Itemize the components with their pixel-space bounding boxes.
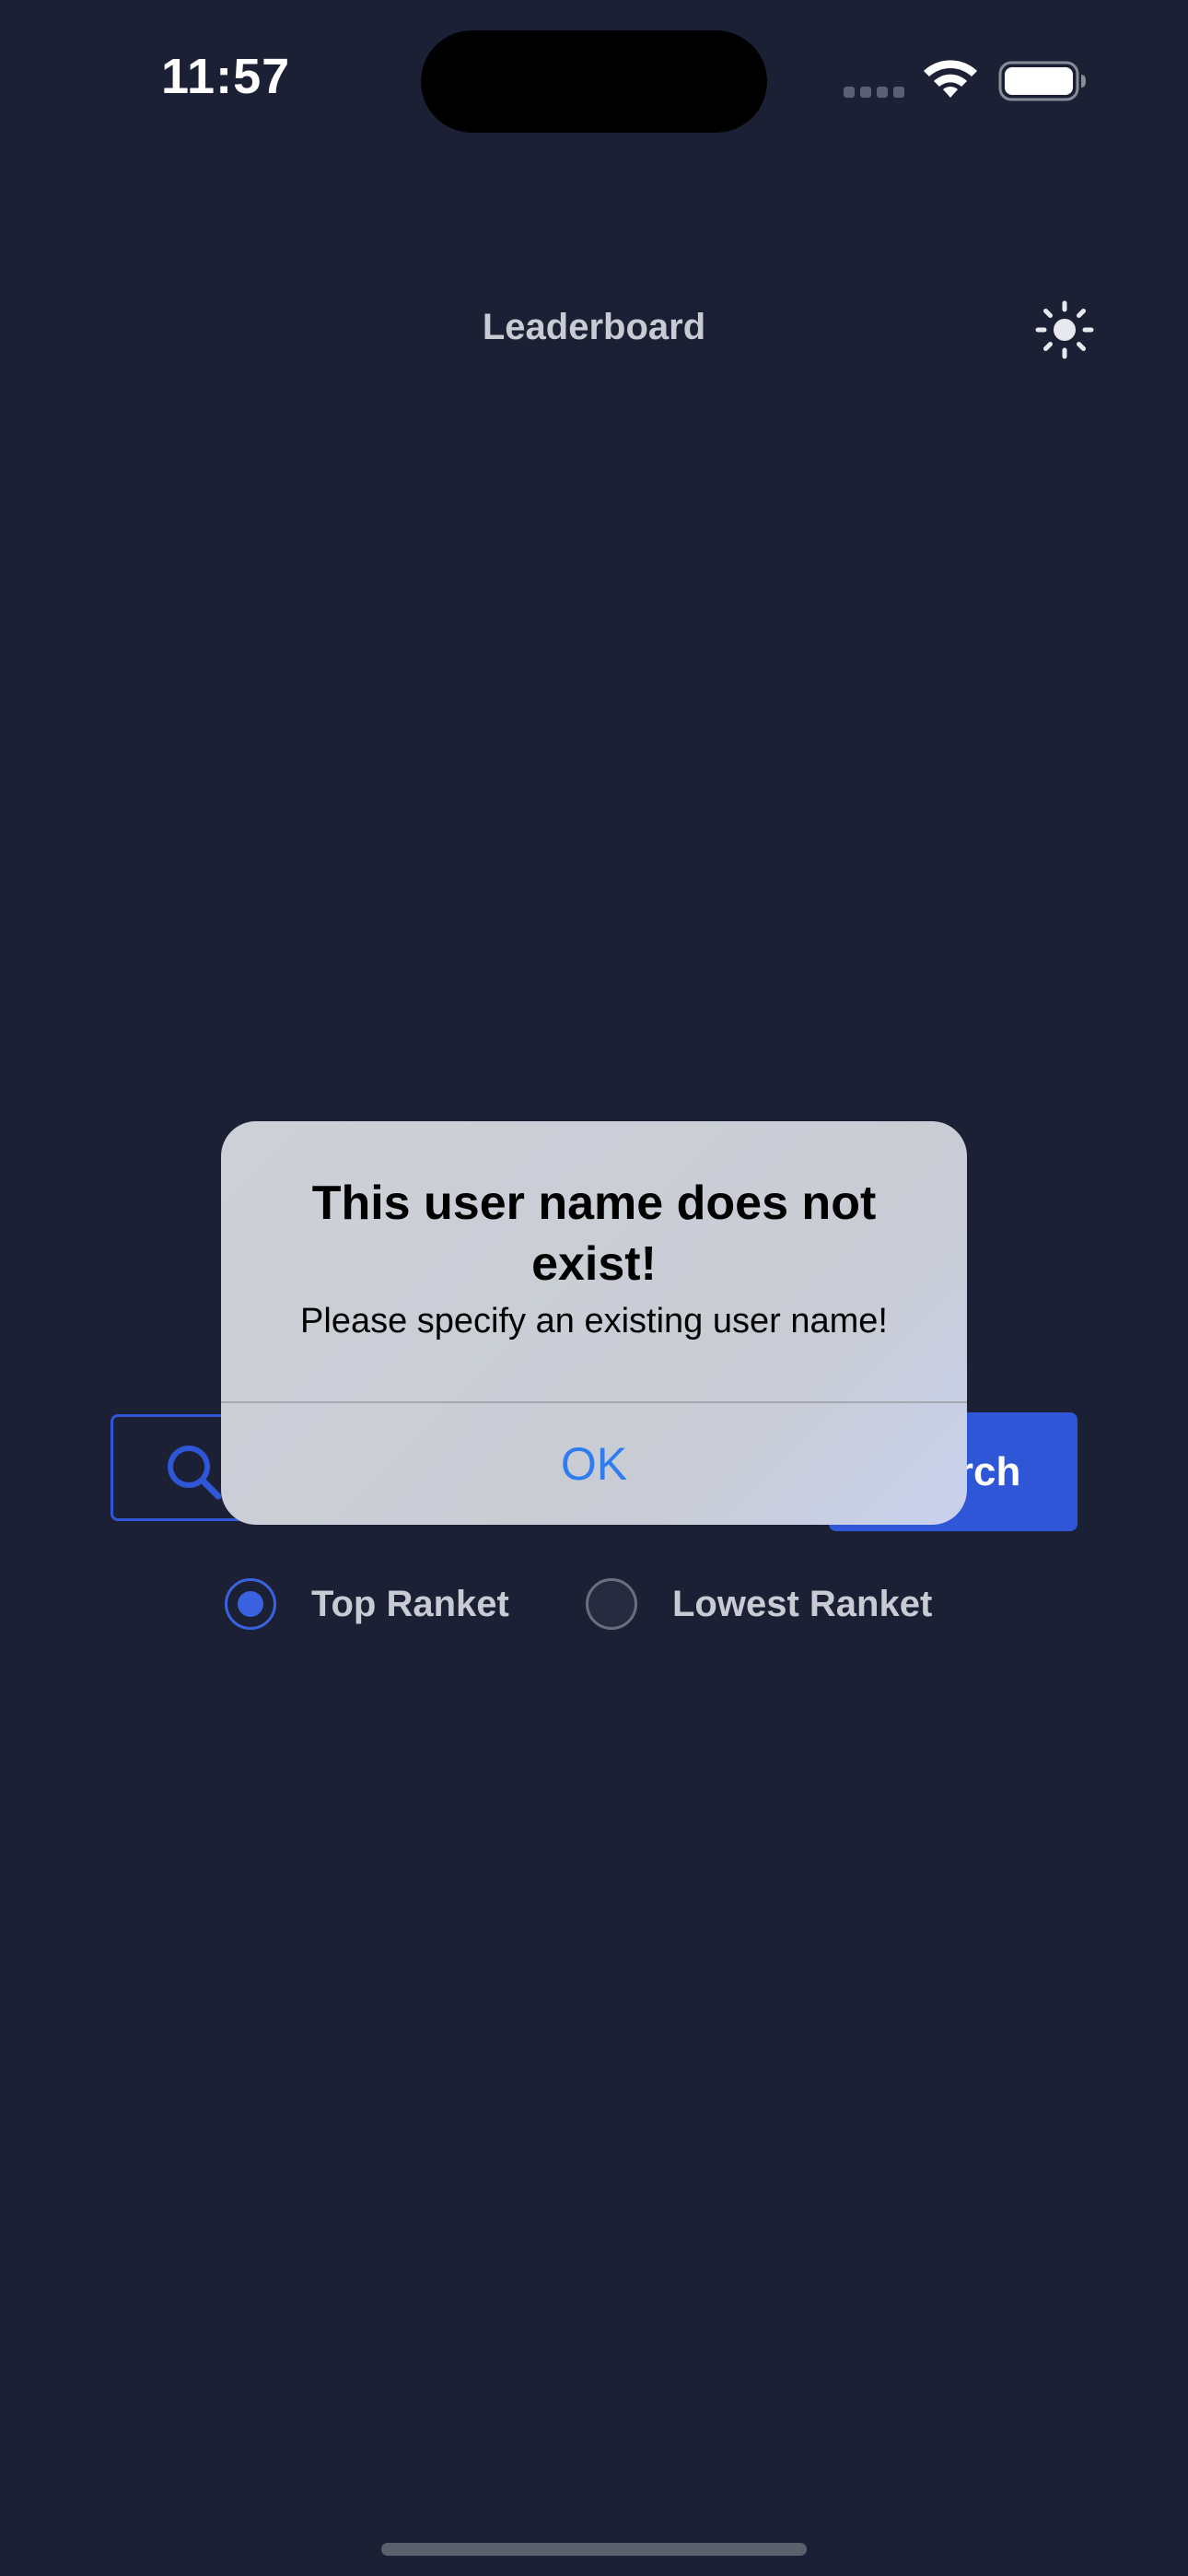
alert-ok-button[interactable]: OK — [221, 1403, 967, 1525]
radio-label-top: Top Ranket — [311, 1583, 509, 1624]
radio-selected-indicator[interactable] — [225, 1578, 276, 1630]
radio-lowest-ranked[interactable]: Lowest Ranket — [586, 1575, 932, 1633]
page-title: Leaderboard — [482, 307, 706, 347]
radio-top-ranked[interactable]: Top Ranket — [225, 1575, 509, 1633]
alert-title: This user name does not exist! — [311, 1177, 877, 1291]
search-icon — [168, 1446, 222, 1500]
dynamic-island — [421, 30, 767, 133]
sun-icon[interactable] — [1035, 300, 1094, 359]
battery-icon — [998, 61, 1086, 101]
status-time: 11:57 — [161, 49, 291, 104]
alert-message: Please specify an existing user name! — [300, 1302, 888, 1341]
cellular-signal-icon — [844, 87, 904, 98]
radio-label-lowest: Lowest Ranket — [672, 1583, 933, 1624]
wifi-icon — [924, 60, 977, 98]
radio-unselected-indicator[interactable] — [586, 1578, 637, 1630]
home-indicator[interactable] — [381, 2543, 807, 2556]
alert-dialog: This user name does not exist! Please sp… — [221, 1121, 967, 1525]
